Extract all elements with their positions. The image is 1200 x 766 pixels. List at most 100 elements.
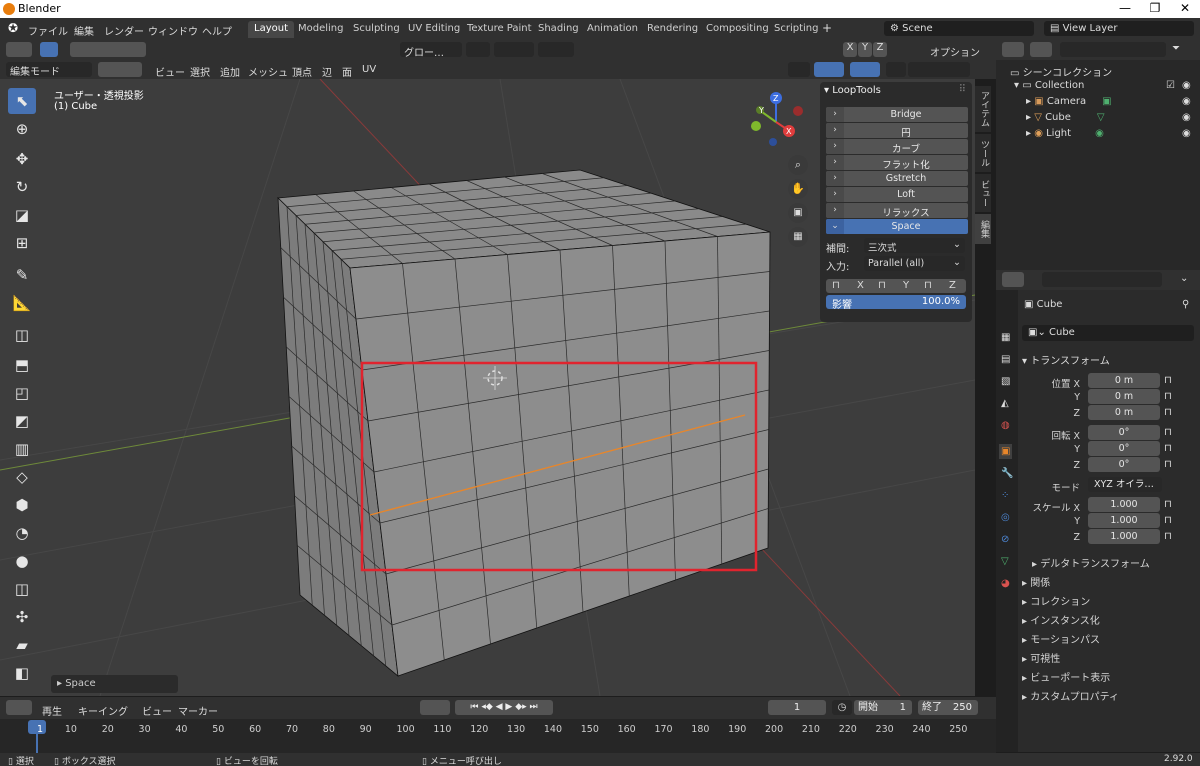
proportional-edit-icon[interactable] <box>538 42 574 57</box>
rotation-x-field[interactable]: 0° <box>1088 425 1160 440</box>
menu-uv[interactable]: UV <box>362 64 376 75</box>
menu-render[interactable]: レンダー <box>104 23 144 38</box>
eye-icon[interactable]: ◉ <box>1182 128 1191 139</box>
tab-item[interactable]: アイテム <box>975 86 991 132</box>
knife-tool-icon[interactable]: ◇ <box>8 464 36 490</box>
chevron-down-icon[interactable]: ⌄ <box>1180 273 1188 284</box>
timeline-editor-icon[interactable] <box>6 700 32 715</box>
physics-tab-icon[interactable]: ◎ <box>1001 512 1010 523</box>
timeline-menu-marker[interactable]: マーカー <box>178 703 218 718</box>
display-mode-icon[interactable] <box>1030 42 1052 57</box>
gizmo-toggle-icon[interactable] <box>814 62 844 77</box>
outliner-search-input[interactable] <box>1060 42 1166 57</box>
rotation-z-field[interactable]: 0° <box>1088 457 1160 472</box>
lock-icon[interactable]: ⊓ <box>1164 443 1172 454</box>
close-icon[interactable]: ✕ <box>1170 1 1200 15</box>
looptools-bridge[interactable]: › Bridge <box>826 107 968 122</box>
material-tab-icon[interactable]: ◕ <box>1001 578 1010 589</box>
outliner-item-light[interactable]: ▸ ◉ Light ◉ <box>1026 128 1104 139</box>
panel-grip-icon[interactable]: ⠿ <box>959 84 966 95</box>
tab-layout[interactable]: Layout <box>248 21 294 38</box>
start-frame-field[interactable]: 開始 1 <box>854 700 912 715</box>
shear-tool-icon[interactable]: ▰ <box>8 632 36 658</box>
location-z-field[interactable]: 0 m <box>1088 405 1160 420</box>
move-tool-icon[interactable]: ✥ <box>8 146 36 172</box>
scene-collection-row[interactable]: ▭ シーンコレクション <box>1010 64 1112 79</box>
looptools-loft[interactable]: › Loft <box>826 187 968 202</box>
tab-compositing[interactable]: Compositing <box>700 21 775 38</box>
shading-mode-icons[interactable] <box>908 62 970 77</box>
looptools-circle[interactable]: › 円 <box>826 123 968 139</box>
lock-icon[interactable]: ⊓ <box>1164 499 1172 510</box>
pin-icon[interactable]: ⚲ <box>1182 299 1189 310</box>
output-tab-icon[interactable]: ▤ <box>1001 354 1010 365</box>
edge-slide-tool-icon[interactable]: ◫ <box>8 576 36 602</box>
filter-icon[interactable]: ⏷ <box>1172 43 1180 54</box>
section-instancing[interactable]: ▸ インスタンス化 <box>1022 612 1100 627</box>
tab-view[interactable]: ビュー <box>975 174 991 212</box>
extrude-tool-icon[interactable]: ⬒ <box>8 352 36 378</box>
outliner-item-camera[interactable]: ▸ ▣ Camera ▣ <box>1026 96 1112 107</box>
menu-vertex[interactable]: 頂点 <box>292 64 312 79</box>
select-tool-icon[interactable] <box>40 42 58 57</box>
input-dropdown[interactable]: Parallel (all) ⌄ <box>864 256 965 271</box>
options-dropdown[interactable]: オプション <box>930 44 980 59</box>
collection-checkbox[interactable]: ☑ <box>1166 80 1175 91</box>
tab-uv-editing[interactable]: UV Editing <box>402 21 466 38</box>
blender-menu-icon[interactable]: ✪ <box>8 21 18 35</box>
menu-file[interactable]: ファイル <box>28 23 68 38</box>
menu-select[interactable]: 選択 <box>190 64 210 79</box>
constraints-tab-icon[interactable]: ⊘ <box>1001 534 1009 545</box>
render-tab-icon[interactable]: ▦ <box>1001 332 1010 343</box>
select-mode-buttons[interactable] <box>70 42 146 57</box>
lock-icon[interactable]: ⊓ <box>1164 531 1172 542</box>
menu-edge[interactable]: 辺 <box>322 64 332 79</box>
record-icon[interactable] <box>420 700 450 715</box>
loop-cut-tool-icon[interactable]: ▥ <box>8 436 36 462</box>
transform-orientation-dropdown[interactable]: グロー… <box>400 42 462 59</box>
looptools-space[interactable]: ⌄ Space <box>826 219 968 234</box>
scale-z-field[interactable]: 1.000 <box>1088 529 1160 544</box>
tab-edit[interactable]: 編集 <box>975 214 991 244</box>
section-viewport-display[interactable]: ▸ ビューポート表示 <box>1022 669 1110 684</box>
looptools-gstretch[interactable]: › Gstretch <box>826 171 968 186</box>
menu-help[interactable]: ヘルプ <box>202 23 232 38</box>
looptools-curve[interactable]: › カーブ <box>826 139 968 155</box>
world-tab-icon[interactable]: ◍ <box>1001 420 1010 431</box>
add-workspace-icon[interactable]: + <box>822 21 832 35</box>
section-custom-properties[interactable]: ▸ カスタムプロパティ <box>1022 688 1119 703</box>
lock-x-toggle[interactable]: ⊓ X <box>832 280 864 291</box>
menu-edit[interactable]: 編集 <box>74 23 94 38</box>
timeline-menu-playback[interactable]: 再生 <box>42 703 62 718</box>
view-layer-selector[interactable]: ▤ View Layer <box>1044 21 1194 36</box>
tab-tool[interactable]: ツール <box>975 134 991 172</box>
rotate-tool-icon[interactable]: ↻ <box>8 174 36 200</box>
lock-icon[interactable]: ⊓ <box>1164 407 1172 418</box>
poly-build-tool-icon[interactable]: ⬢ <box>8 492 36 518</box>
camera-view-icon[interactable]: ▣ <box>788 203 808 223</box>
inset-tool-icon[interactable]: ◰ <box>8 380 36 406</box>
collection-row[interactable]: ▾ ▭ Collection <box>1014 80 1084 91</box>
menu-window[interactable]: ウィンドウ <box>148 23 198 38</box>
scale-x-field[interactable]: 1.000 <box>1088 497 1160 512</box>
tab-rendering[interactable]: Rendering <box>641 21 704 38</box>
delta-transform-section[interactable]: ▸ デルタトランスフォーム <box>1032 555 1150 570</box>
modifier-tab-icon[interactable]: 🔧 <box>1001 468 1013 479</box>
timeline-menu-keying[interactable]: キーイング <box>78 703 128 718</box>
current-frame-field[interactable]: 1 <box>768 700 826 715</box>
add-cube-tool-icon[interactable]: ◫ <box>8 322 36 348</box>
outliner-item-cube[interactable]: ▸ ▽ Cube ▽ <box>1026 112 1105 123</box>
rotation-y-field[interactable]: 0° <box>1088 441 1160 456</box>
stopwatch-icon[interactable]: ◷ <box>832 700 852 715</box>
editor-type-icon[interactable] <box>6 42 32 57</box>
lock-icon[interactable]: ⊓ <box>1164 515 1172 526</box>
scene-selector[interactable]: ⚙ Scene <box>884 21 1034 36</box>
looptools-relax[interactable]: › リラックス <box>826 203 968 219</box>
last-operator-panel[interactable]: ▸ Space <box>51 675 178 693</box>
lock-y-toggle[interactable]: ⊓ Y <box>878 280 909 291</box>
select-box-tool-icon[interactable]: ⬉ <box>8 88 36 114</box>
section-visibility[interactable]: ▸ 可視性 <box>1022 650 1060 665</box>
location-x-field[interactable]: 0 m <box>1088 373 1160 388</box>
end-frame-field[interactable]: 終了 250 <box>918 700 978 715</box>
outliner-editor-icon[interactable] <box>1002 42 1024 57</box>
